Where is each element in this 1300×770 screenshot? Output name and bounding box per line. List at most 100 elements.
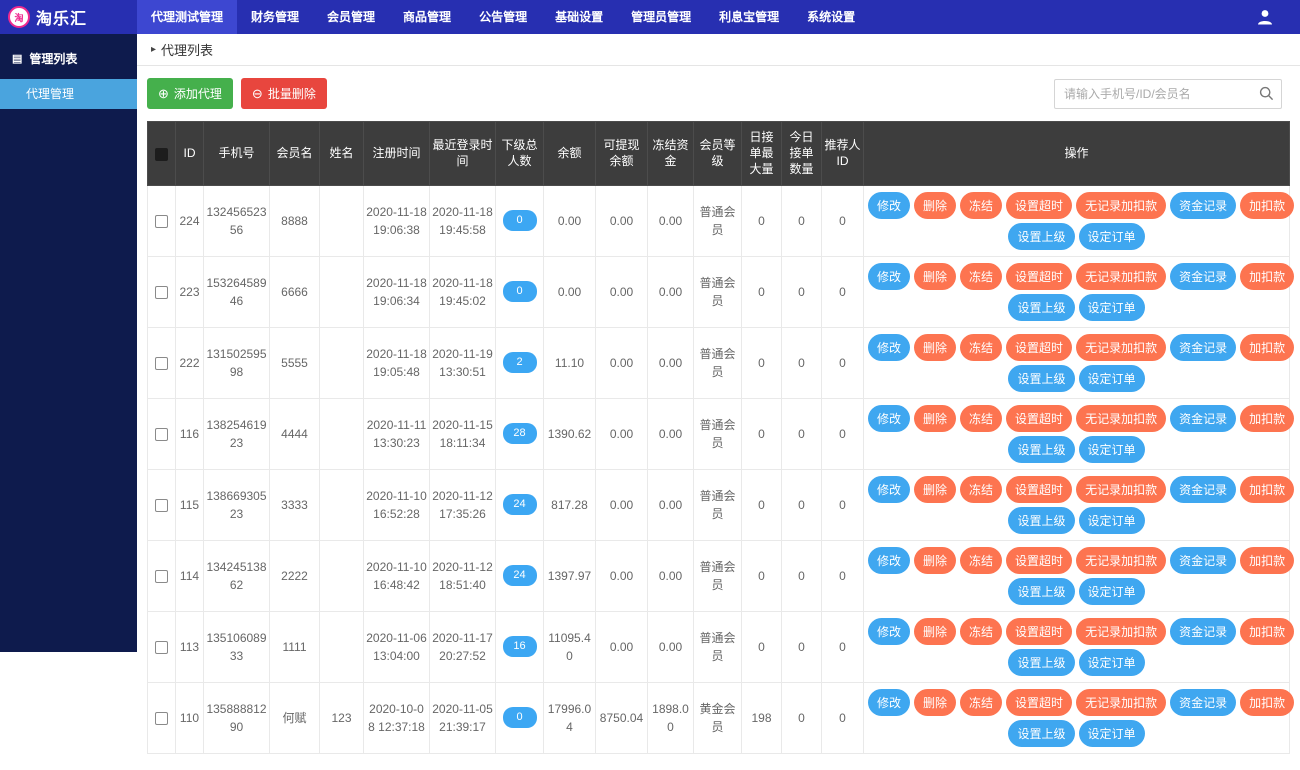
nav-item-5[interactable]: 基础设置 [541, 0, 617, 34]
edit-button[interactable]: 修改 [868, 689, 910, 716]
nav-item-8[interactable]: 系统设置 [793, 0, 869, 34]
nav-item-4[interactable]: 公告管理 [465, 0, 541, 34]
no-record-adjust-button[interactable]: 无记录加扣款 [1076, 476, 1166, 503]
freeze-button[interactable]: 冻结 [960, 618, 1002, 645]
edit-button[interactable]: 修改 [868, 334, 910, 361]
fund-records-button[interactable]: 资金记录 [1170, 263, 1236, 290]
no-record-adjust-button[interactable]: 无记录加扣款 [1076, 547, 1166, 574]
set-timeout-button[interactable]: 设置超时 [1006, 618, 1072, 645]
no-record-adjust-button[interactable]: 无记录加扣款 [1076, 192, 1166, 219]
set-superior-button[interactable]: 设置上级 [1008, 578, 1074, 605]
set-superior-button[interactable]: 设置上级 [1008, 507, 1074, 534]
set-superior-button[interactable]: 设置上级 [1008, 223, 1074, 250]
select-all-checkbox[interactable] [155, 148, 168, 161]
set-superior-button[interactable]: 设置上级 [1008, 365, 1074, 392]
nav-item-3[interactable]: 商品管理 [389, 0, 465, 34]
set-timeout-button[interactable]: 设置超时 [1006, 547, 1072, 574]
cell-referrer-id: 0 [822, 469, 864, 540]
delete-button[interactable]: 删除 [914, 547, 956, 574]
adjust-balance-button[interactable]: 加扣款 [1240, 547, 1294, 574]
row-checkbox[interactable] [155, 570, 168, 583]
freeze-button[interactable]: 冻结 [960, 192, 1002, 219]
nav-item-2[interactable]: 会员管理 [313, 0, 389, 34]
adjust-balance-button[interactable]: 加扣款 [1240, 618, 1294, 645]
delete-button[interactable]: 删除 [914, 192, 956, 219]
freeze-button[interactable]: 冻结 [960, 476, 1002, 503]
fund-records-button[interactable]: 资金记录 [1170, 192, 1236, 219]
row-checkbox[interactable] [155, 499, 168, 512]
no-record-adjust-button[interactable]: 无记录加扣款 [1076, 689, 1166, 716]
row-checkbox[interactable] [155, 357, 168, 370]
no-record-adjust-button[interactable]: 无记录加扣款 [1076, 405, 1166, 432]
edit-button[interactable]: 修改 [868, 547, 910, 574]
set-superior-button[interactable]: 设置上级 [1008, 720, 1074, 747]
set-order-button[interactable]: 设定订单 [1079, 294, 1145, 321]
row-checkbox[interactable] [155, 286, 168, 299]
brand-name: 淘乐汇 [36, 5, 87, 29]
set-superior-button[interactable]: 设置上级 [1008, 294, 1074, 321]
sidebar-group-management-list[interactable]: ▤ 管理列表 [0, 34, 137, 79]
set-order-button[interactable]: 设定订单 [1079, 436, 1145, 463]
search-icon[interactable] [1259, 86, 1274, 101]
nav-item-7[interactable]: 利息宝管理 [705, 0, 793, 34]
fund-records-button[interactable]: 资金记录 [1170, 405, 1236, 432]
edit-button[interactable]: 修改 [868, 618, 910, 645]
fund-records-button[interactable]: 资金记录 [1170, 618, 1236, 645]
adjust-balance-button[interactable]: 加扣款 [1240, 689, 1294, 716]
user-menu-button[interactable] [1230, 0, 1300, 34]
column-header-2: 会员名 [270, 122, 320, 186]
set-order-button[interactable]: 设定订单 [1079, 507, 1145, 534]
adjust-balance-button[interactable]: 加扣款 [1240, 192, 1294, 219]
set-order-button[interactable]: 设定订单 [1079, 365, 1145, 392]
set-timeout-button[interactable]: 设置超时 [1006, 192, 1072, 219]
fund-records-button[interactable]: 资金记录 [1170, 476, 1236, 503]
set-timeout-button[interactable]: 设置超时 [1006, 689, 1072, 716]
set-superior-button[interactable]: 设置上级 [1008, 436, 1074, 463]
freeze-button[interactable]: 冻结 [960, 334, 1002, 361]
freeze-button[interactable]: 冻结 [960, 547, 1002, 574]
nav-item-0[interactable]: 代理测试管理 [137, 0, 237, 34]
no-record-adjust-button[interactable]: 无记录加扣款 [1076, 334, 1166, 361]
edit-button[interactable]: 修改 [868, 476, 910, 503]
search-input[interactable] [1054, 79, 1282, 109]
adjust-balance-button[interactable]: 加扣款 [1240, 263, 1294, 290]
edit-button[interactable]: 修改 [868, 263, 910, 290]
row-checkbox[interactable] [155, 215, 168, 228]
add-agent-button[interactable]: ⊕ 添加代理 [147, 78, 233, 109]
set-order-button[interactable]: 设定订单 [1079, 720, 1145, 747]
freeze-button[interactable]: 冻结 [960, 405, 1002, 432]
no-record-adjust-button[interactable]: 无记录加扣款 [1076, 618, 1166, 645]
delete-button[interactable]: 删除 [914, 689, 956, 716]
row-checkbox[interactable] [155, 712, 168, 725]
fund-records-button[interactable]: 资金记录 [1170, 689, 1236, 716]
set-timeout-button[interactable]: 设置超时 [1006, 334, 1072, 361]
delete-button[interactable]: 删除 [914, 618, 956, 645]
batch-delete-button[interactable]: ⊖ 批量删除 [241, 78, 327, 109]
set-order-button[interactable]: 设定订单 [1079, 223, 1145, 250]
nav-item-6[interactable]: 管理员管理 [617, 0, 705, 34]
delete-button[interactable]: 删除 [914, 405, 956, 432]
fund-records-button[interactable]: 资金记录 [1170, 547, 1236, 574]
freeze-button[interactable]: 冻结 [960, 689, 1002, 716]
delete-button[interactable]: 删除 [914, 476, 956, 503]
set-timeout-button[interactable]: 设置超时 [1006, 263, 1072, 290]
adjust-balance-button[interactable]: 加扣款 [1240, 334, 1294, 361]
edit-button[interactable]: 修改 [868, 192, 910, 219]
row-actions: 修改删除冻结设置超时无记录加扣款资金记录加扣款设置上级设定订单 [864, 540, 1290, 611]
adjust-balance-button[interactable]: 加扣款 [1240, 405, 1294, 432]
delete-button[interactable]: 删除 [914, 263, 956, 290]
fund-records-button[interactable]: 资金记录 [1170, 334, 1236, 361]
adjust-balance-button[interactable]: 加扣款 [1240, 476, 1294, 503]
set-order-button[interactable]: 设定订单 [1079, 649, 1145, 676]
no-record-adjust-button[interactable]: 无记录加扣款 [1076, 263, 1166, 290]
sidebar-item-0[interactable]: 代理管理 [0, 79, 137, 109]
nav-item-1[interactable]: 财务管理 [237, 0, 313, 34]
freeze-button[interactable]: 冻结 [960, 263, 1002, 290]
edit-button[interactable]: 修改 [868, 405, 910, 432]
row-checkbox[interactable] [155, 428, 168, 441]
delete-button[interactable]: 删除 [914, 334, 956, 361]
set-superior-button[interactable]: 设置上级 [1008, 649, 1074, 676]
set-order-button[interactable]: 设定订单 [1079, 578, 1145, 605]
set-timeout-button[interactable]: 设置超时 [1006, 476, 1072, 503]
set-timeout-button[interactable]: 设置超时 [1006, 405, 1072, 432]
